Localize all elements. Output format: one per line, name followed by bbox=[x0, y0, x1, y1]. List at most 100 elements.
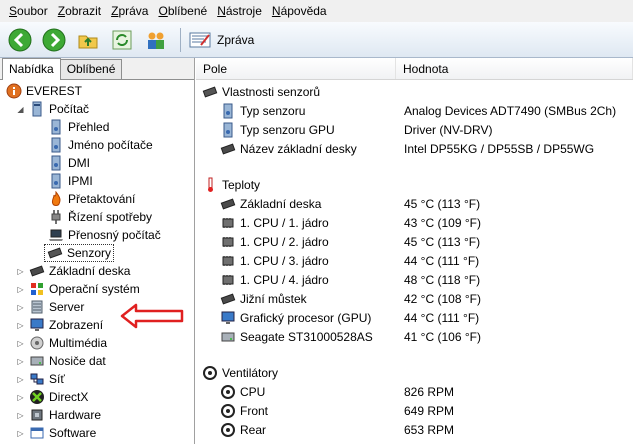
menu-soubor[interactable]: Soubor bbox=[4, 1, 53, 21]
sensor-chip-icon bbox=[47, 247, 63, 259]
cpu-icon bbox=[222, 255, 234, 266]
computer-icon bbox=[223, 103, 233, 118]
tree-label-zakladni-deska: Základní deska bbox=[49, 264, 131, 278]
tree-label-multimedia: Multimédia bbox=[49, 336, 108, 350]
tree-node-jmeno-pocitace[interactable]: Jméno počítače bbox=[0, 136, 194, 154]
table-row[interactable]: 1. CPU / 4. jádro 48 °C (118 °F) bbox=[196, 270, 633, 289]
tree-node-everest[interactable]: EVEREST bbox=[0, 82, 194, 100]
laptop-icon bbox=[49, 229, 63, 241]
table-row[interactable]: Název základní desky Intel DP55KG / DP55… bbox=[196, 139, 633, 158]
users-icon bbox=[148, 32, 164, 49]
details-panel: Pole Hodnota Vlastnosti senzorů Typ senz… bbox=[196, 58, 633, 444]
fan-icon bbox=[203, 365, 217, 380]
column-header-pole[interactable]: Pole bbox=[196, 58, 396, 79]
cpu-icon bbox=[222, 236, 234, 247]
tree-node-prehled[interactable]: Přehled bbox=[0, 118, 194, 136]
tree-label-zobrazeni: Zobrazení bbox=[49, 318, 104, 332]
table-row[interactable]: Typ senzoru GPU Driver (NV-DRV) bbox=[196, 120, 633, 139]
users-button[interactable] bbox=[142, 26, 170, 54]
tree-label-pretaktovani: Přetaktování bbox=[68, 192, 136, 206]
expand-icon[interactable]: ▷ bbox=[16, 267, 25, 276]
refresh-button[interactable] bbox=[108, 26, 136, 54]
table-row[interactable]: CPU 826 RPM bbox=[196, 382, 633, 401]
expand-icon[interactable]: ▷ bbox=[16, 357, 25, 366]
table-row[interactable]: 1. CPU / 1. jádro 43 °C (109 °F) bbox=[196, 213, 633, 232]
up-folder-button[interactable] bbox=[74, 26, 102, 54]
tree-node-directx[interactable]: ▷ DirectX bbox=[0, 388, 194, 406]
tree-node-zakladni-deska[interactable]: ▷ Základní deska bbox=[0, 262, 194, 280]
tab-nabidka[interactable]: Nabídka bbox=[2, 58, 61, 80]
expand-icon[interactable]: ▷ bbox=[16, 303, 25, 312]
tree-node-prenosny-pocitac[interactable]: Přenosný počítač bbox=[0, 226, 194, 244]
tree-label-software: Software bbox=[49, 426, 97, 440]
report-button[interactable]: Zpráva bbox=[189, 31, 254, 49]
tree-node-multimedia[interactable]: ▷ Multimédia bbox=[0, 334, 194, 352]
tree-label-senzory: Senzory bbox=[67, 246, 112, 260]
expand-icon[interactable]: ▷ bbox=[16, 393, 25, 402]
tree-label-dmi: DMI bbox=[68, 156, 90, 170]
expand-icon[interactable]: ▷ bbox=[16, 321, 25, 330]
back-button[interactable] bbox=[6, 26, 34, 54]
flame-icon bbox=[51, 191, 61, 206]
tree-node-dmi[interactable]: DMI bbox=[0, 154, 194, 172]
expand-icon[interactable]: ▷ bbox=[16, 339, 25, 348]
disk-drive-icon bbox=[30, 356, 44, 366]
table-row[interactable]: Front 649 RPM bbox=[196, 401, 633, 420]
table-row[interactable]: Rear 653 RPM bbox=[196, 420, 633, 439]
table-row[interactable]: 1. CPU / 2. jádro 45 °C (113 °F) bbox=[196, 232, 633, 251]
table-row[interactable]: Grafický procesor (GPU) 44 °C (111 °F) bbox=[196, 308, 633, 327]
back-arrow-icon bbox=[8, 28, 32, 51]
computer-icon bbox=[223, 122, 233, 137]
section-header-props: Vlastnosti senzorů bbox=[196, 82, 633, 101]
tree-node-pretaktovani[interactable]: Přetaktování bbox=[0, 190, 194, 208]
table-row[interactable]: 1. CPU / 3. jádro 44 °C (111 °F) bbox=[196, 251, 633, 270]
tree-label-prehled: Přehled bbox=[68, 120, 110, 134]
motherboard-icon bbox=[220, 142, 236, 155]
forward-arrow-icon bbox=[42, 28, 66, 51]
expand-icon[interactable]: ▷ bbox=[16, 411, 25, 420]
menu-oblibene[interactable]: Oblíbené bbox=[153, 1, 212, 21]
hardware-icon bbox=[31, 409, 43, 421]
tree-label-operacni-system: Operační systém bbox=[49, 282, 140, 296]
menu-zobrazit[interactable]: Zobrazit bbox=[53, 1, 106, 21]
tree-node-rizeni-spotreby[interactable]: Řízení spotřeby bbox=[0, 208, 194, 226]
computer-icon bbox=[51, 137, 61, 153]
fan-icon bbox=[221, 422, 235, 437]
power-plug-icon bbox=[51, 210, 61, 224]
expand-icon[interactable]: ▷ bbox=[16, 375, 25, 384]
fan-icon bbox=[221, 403, 235, 418]
column-header-hodnota[interactable]: Hodnota bbox=[396, 58, 633, 79]
gpu-icon bbox=[221, 311, 235, 324]
expand-icon[interactable]: ▷ bbox=[16, 429, 25, 438]
tree-node-nosice-dat[interactable]: ▷ Nosiče dat bbox=[0, 352, 194, 370]
computer-icon bbox=[51, 155, 61, 171]
directx-icon bbox=[30, 390, 44, 404]
red-arrow-annotation bbox=[120, 303, 184, 329]
tree-node-software[interactable]: ▷ Software bbox=[0, 424, 194, 442]
collapse-icon[interactable]: ◢ bbox=[16, 105, 25, 114]
monitor-icon bbox=[30, 318, 44, 331]
tree-node-ipmi[interactable]: IPMI bbox=[0, 172, 194, 190]
refresh-icon bbox=[112, 30, 132, 49]
menu-nastroje[interactable]: Nástroje bbox=[212, 1, 267, 21]
table-row[interactable]: Jižní můstek 42 °C (108 °F) bbox=[196, 289, 633, 308]
table-row[interactable]: Základní deska 45 °C (113 °F) bbox=[196, 194, 633, 213]
computer-icon bbox=[51, 119, 61, 135]
windows-logo-icon bbox=[31, 283, 43, 295]
menu-napoveda[interactable]: Nápověda bbox=[267, 1, 332, 21]
table-row[interactable]: Typ senzoru Analog Devices ADT7490 (SMBu… bbox=[196, 101, 633, 120]
disk-drive-icon bbox=[221, 332, 235, 341]
table-row[interactable]: Seagate ST31000528AS 41 °C (106 °F) bbox=[196, 327, 633, 346]
tree-node-senzory[interactable]: Senzory bbox=[0, 244, 194, 262]
tree-node-sit[interactable]: ▷ Síť bbox=[0, 370, 194, 388]
tree-node-hardware[interactable]: ▷ Hardware bbox=[0, 406, 194, 424]
forward-button[interactable] bbox=[40, 26, 68, 54]
section-header-fans: Ventilátory bbox=[196, 363, 633, 382]
tab-oblibene[interactable]: Oblíbené bbox=[59, 59, 123, 79]
menu-zprava[interactable]: Zpráva bbox=[106, 1, 153, 21]
tree-node-operacni-system[interactable]: ▷ Operační systém bbox=[0, 280, 194, 298]
multimedia-icon bbox=[30, 336, 44, 350]
cpu-icon bbox=[222, 217, 234, 228]
expand-icon[interactable]: ▷ bbox=[16, 285, 25, 294]
tree-node-pocitac[interactable]: ◢ Počítač bbox=[0, 100, 194, 118]
